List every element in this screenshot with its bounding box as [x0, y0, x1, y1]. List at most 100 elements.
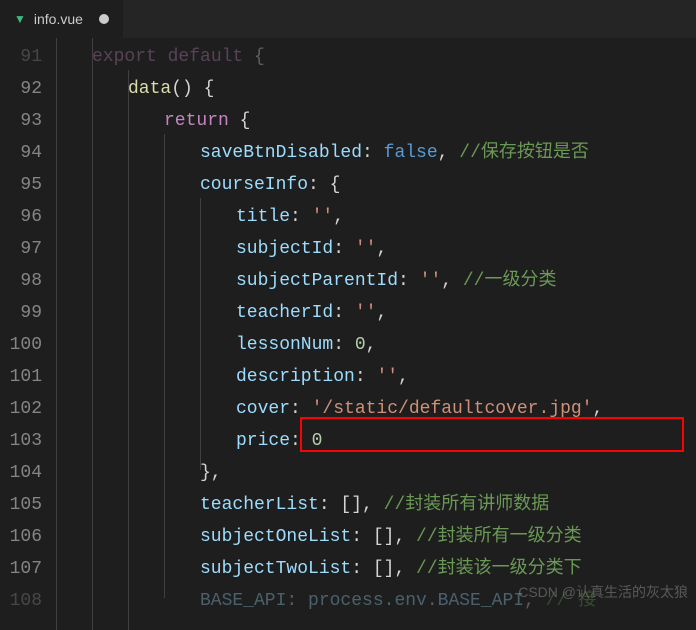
token-punct: : — [286, 591, 308, 611]
token-property: subjectOneList — [200, 527, 351, 547]
token-punct: , — [592, 399, 603, 419]
token-string: '/static/defaultcover.jpg' — [312, 399, 593, 419]
line-number: 97 — [0, 233, 42, 265]
line-number: 108 — [0, 585, 42, 617]
token-number: 0 — [355, 335, 366, 355]
code-line[interactable]: cover: '/static/defaultcover.jpg', — [56, 393, 696, 425]
token-punct: , — [524, 591, 546, 611]
code-line[interactable]: price: 0 — [56, 425, 696, 457]
tab-filename: info.vue — [34, 11, 83, 27]
token-punct: : — [333, 239, 355, 259]
code-line[interactable]: title: '', — [56, 201, 696, 233]
line-number: 102 — [0, 393, 42, 425]
code-line[interactable]: data() { — [56, 73, 696, 105]
token-punct: : [], — [351, 527, 416, 547]
token-string: '' — [420, 271, 442, 291]
line-number: 95 — [0, 169, 42, 201]
vue-file-icon: ▼ — [14, 12, 26, 26]
line-number: 93 — [0, 105, 42, 137]
token-punct: { — [243, 47, 265, 67]
token-comment: //封装所有讲师数据 — [384, 495, 550, 515]
token-punct: : — [362, 143, 384, 163]
token-property: subjectId — [236, 239, 333, 259]
token-punct: : — [333, 335, 355, 355]
code-line[interactable]: export default { — [56, 41, 696, 73]
token-punct: , — [333, 207, 344, 227]
token-punct: : [], — [319, 495, 384, 515]
line-number: 106 — [0, 521, 42, 553]
token-punct: , — [376, 303, 387, 323]
token-property: process.env.BASE_API — [308, 591, 524, 611]
token-property: title — [236, 207, 290, 227]
token-punct: : — [290, 399, 312, 419]
line-number: 103 — [0, 425, 42, 457]
line-number: 105 — [0, 489, 42, 521]
token-property: lessonNum — [236, 335, 333, 355]
editor-tab[interactable]: ▼ info.vue — [0, 0, 123, 38]
token-punct: : — [290, 207, 312, 227]
token-punct: , — [366, 335, 377, 355]
token-punct: , — [441, 271, 463, 291]
token-string: '' — [376, 367, 398, 387]
token-punct: { — [229, 111, 251, 131]
token-string: '' — [355, 303, 377, 323]
line-number: 104 — [0, 457, 42, 489]
token-comment: //封装所有一级分类 — [416, 527, 582, 547]
line-number: 99 — [0, 297, 42, 329]
token-comment: //封装该一级分类下 — [416, 559, 582, 579]
token-punct: }, — [200, 463, 222, 483]
token-property: BASE_API — [200, 591, 286, 611]
token-punct: () { — [171, 79, 214, 99]
token-punct: , — [438, 143, 460, 163]
token-punct: : — [290, 431, 312, 451]
token-string: '' — [355, 239, 377, 259]
token-property: saveBtnDisabled — [200, 143, 362, 163]
token-punct: : [], — [351, 559, 416, 579]
code-line[interactable]: subjectTwoList: [], //封装该一级分类下 — [56, 553, 696, 585]
token-calllike: data — [128, 79, 171, 99]
code-line[interactable]: teacherId: '', — [56, 297, 696, 329]
token-comment: //保存按钮是否 — [459, 143, 589, 163]
code-line[interactable]: saveBtnDisabled: false, //保存按钮是否 — [56, 137, 696, 169]
token-property: teacherList — [200, 495, 319, 515]
token-punct: , — [376, 239, 387, 259]
code-content[interactable]: CSDN @认真生活的灰太狼 export default {data() {r… — [56, 38, 696, 630]
line-number: 92 — [0, 73, 42, 105]
code-line[interactable]: courseInfo: { — [56, 169, 696, 201]
line-number: 100 — [0, 329, 42, 361]
tab-bar: ▼ info.vue — [0, 0, 696, 38]
code-line[interactable]: }, — [56, 457, 696, 489]
token-punct: : { — [308, 175, 340, 195]
code-editor[interactable]: 9192939495969798991001011021031041051061… — [0, 38, 696, 630]
token-property: cover — [236, 399, 290, 419]
line-number: 91 — [0, 41, 42, 73]
token-comment: // 接 — [546, 591, 596, 611]
code-line[interactable]: subjectOneList: [], //封装所有一级分类 — [56, 521, 696, 553]
token-keyword: return — [164, 111, 229, 131]
token-property: courseInfo — [200, 175, 308, 195]
token-punct: : — [398, 271, 420, 291]
token-punct: , — [398, 367, 409, 387]
code-line[interactable]: subjectId: '', — [56, 233, 696, 265]
token-string: '' — [312, 207, 334, 227]
line-number: 101 — [0, 361, 42, 393]
token-comment: //一级分类 — [463, 271, 557, 291]
code-line[interactable]: lessonNum: 0, — [56, 329, 696, 361]
code-line[interactable]: return { — [56, 105, 696, 137]
token-property: teacherId — [236, 303, 333, 323]
token-number: 0 — [312, 431, 323, 451]
token-property: subjectParentId — [236, 271, 398, 291]
code-line[interactable]: subjectParentId: '', //一级分类 — [56, 265, 696, 297]
code-line[interactable]: teacherList: [], //封装所有讲师数据 — [56, 489, 696, 521]
modified-indicator-icon — [99, 14, 109, 24]
token-boolean: false — [384, 143, 438, 163]
token-punct: : — [333, 303, 355, 323]
token-property: price — [236, 431, 290, 451]
code-line[interactable]: description: '', — [56, 361, 696, 393]
token-property: description — [236, 367, 355, 387]
line-number: 94 — [0, 137, 42, 169]
token-property: subjectTwoList — [200, 559, 351, 579]
code-line[interactable]: BASE_API: process.env.BASE_API, // 接 — [56, 585, 696, 617]
token-punct: : — [355, 367, 377, 387]
line-number: 98 — [0, 265, 42, 297]
